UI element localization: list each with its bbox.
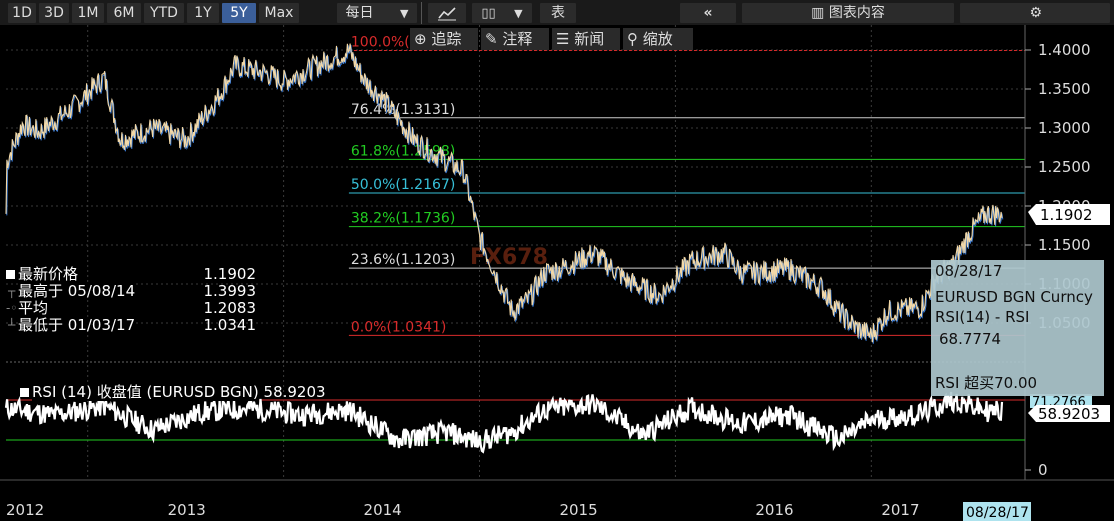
- track-button[interactable]: ⊕ 追踪: [410, 28, 478, 50]
- period-button-3d[interactable]: 3D: [39, 3, 69, 23]
- gear-icon: ⚙: [1029, 5, 1042, 21]
- legend-low: ┴ 最低于 01/03/17 1.0341: [6, 317, 256, 334]
- toolbar: 1D 3D 1M 6M YTD 1Y 5Y Max 每日 ▼ ▯▯ ▼ 表 « ▥ 图表内容 …: [0, 0, 1114, 25]
- y-tick-label: 1.3500: [1038, 80, 1091, 98]
- y-tick-label: 1.2500: [1038, 158, 1091, 176]
- zoom-button[interactable]: ⚲ 缩放: [623, 28, 693, 50]
- legend-avg-value: 1.2083: [203, 299, 257, 317]
- settings-button[interactable]: ⚙: [960, 3, 1110, 23]
- chevron-down-icon: ▼: [399, 7, 409, 20]
- square-icon: [6, 270, 15, 279]
- y-tick-label: 1.1500: [1038, 236, 1091, 254]
- table-button[interactable]: 表: [540, 3, 576, 23]
- current-price-tag: 1.1902: [1028, 204, 1110, 225]
- period-button-5y[interactable]: 5Y: [222, 3, 256, 23]
- period-button-1y[interactable]: 1Y: [187, 3, 219, 23]
- fibonacci-levels: 100.0%(1.3993)76.4%(1.3131)61.8%(1.2598)…: [348, 35, 1025, 336]
- legend-low-label: 最低于 01/03/17: [18, 316, 136, 334]
- frequency-select[interactable]: 每日 ▼: [337, 3, 417, 23]
- crosshair-info-box: 08/28/17 EURUSD BGN Curncy RSI(14) - RSI…: [931, 260, 1104, 396]
- current-price-value: 1.1902: [1040, 206, 1093, 224]
- info-overbought: RSI 超买70.00: [935, 374, 1038, 392]
- price-legend: 最新价格 1.1902 ┬ 最高于 05/08/14 1.3993 -◦- 平均…: [6, 266, 256, 334]
- fib-label: 38.2%(1.1736): [351, 211, 455, 227]
- rsi-current-tag: 58.9203: [1028, 405, 1110, 423]
- legend-last-value: 1.1902: [203, 265, 257, 283]
- crosshair-icon: ⊕: [414, 30, 427, 48]
- info-value: 68.7774: [939, 330, 1002, 348]
- collapse-button[interactable]: «: [680, 3, 736, 23]
- period-button-max[interactable]: Max: [259, 3, 299, 23]
- legend-high-value: 1.3993: [203, 282, 257, 300]
- x-tick-label-2012: 2012: [6, 501, 45, 519]
- candle-icon: ▯▯: [481, 6, 496, 21]
- period-button-1m[interactable]: 1M: [72, 3, 104, 23]
- legend-high-label: 最高于 05/08/14: [18, 282, 136, 300]
- toolbar-divider: [421, 2, 422, 24]
- rsi-header-value: 58.9203: [263, 383, 326, 401]
- frequency-label: 每日: [345, 5, 374, 21]
- chart-content-label: 图表内容: [828, 5, 885, 21]
- info-date: 08/28/17: [935, 262, 1003, 280]
- news-icon: ☰: [556, 30, 570, 48]
- fib-label: 23.6%(1.1203): [351, 252, 455, 268]
- info-series: EURUSD BGN Curncy: [935, 288, 1093, 306]
- x-tick-label-2014: 2014: [363, 501, 402, 519]
- annotate-label: 注释: [502, 30, 533, 48]
- rsi-current-value: 58.9203: [1038, 405, 1100, 423]
- pencil-icon: ✎: [485, 30, 498, 48]
- period-button-6m[interactable]: 6M: [107, 3, 141, 23]
- x-tick-label-2016: 2016: [755, 501, 794, 519]
- fib-label: 76.4%(1.3131): [351, 102, 455, 118]
- chevron-down-icon: ▼: [514, 7, 523, 20]
- rsi-tick-label: 0: [1038, 461, 1048, 479]
- track-label: 追踪: [431, 30, 462, 48]
- news-label: 新闻: [574, 30, 605, 48]
- chart-content-button[interactable]: ▥ 图表内容: [742, 3, 954, 23]
- x-tick-label-2013: 2013: [167, 501, 206, 519]
- info-indicator: RSI(14) - RSI: [935, 308, 1030, 326]
- rsi-header-label: RSI (14) 收盘值 (EURUSD BGN): [32, 383, 259, 401]
- square-icon: [20, 388, 29, 397]
- x-tick-label-2015: 2015: [559, 501, 598, 519]
- line-chart-icon: [438, 7, 456, 21]
- fib-label: 0.0%(1.0341): [351, 319, 446, 335]
- double-chevron-left-icon: «: [703, 5, 713, 21]
- legend-avg-label: 平均: [18, 299, 49, 317]
- table-label: 表: [551, 5, 565, 21]
- legend-low-value: 1.0341: [203, 316, 257, 334]
- news-button[interactable]: ☰ 新闻: [552, 28, 620, 50]
- legend-high: ┬ 最高于 05/08/14 1.3993: [6, 283, 256, 300]
- date-tag-value: 08/28/17: [966, 505, 1029, 521]
- date-tag: 08/28/17: [963, 502, 1031, 521]
- low-marker-icon: ┴: [8, 318, 16, 332]
- fib-label: 50.0%(1.2167): [351, 177, 455, 193]
- line-chart-button[interactable]: [428, 3, 466, 23]
- annotate-button[interactable]: ✎ 注释: [481, 28, 549, 50]
- zoom-label: 缩放: [642, 30, 673, 48]
- rsi-header: RSI (14) 收盘值 (EURUSD BGN) 58.9203: [20, 381, 326, 402]
- chart-window: { "toolbar": { "periods": ["1D","3D","1M…: [0, 0, 1114, 521]
- bar-chart-icon: ▥: [811, 5, 825, 21]
- high-marker-icon: ┬: [8, 284, 16, 298]
- period-button-1d[interactable]: 1D: [8, 3, 36, 23]
- y-tick-label: 1.4000: [1038, 41, 1091, 59]
- legend-last-label: 最新价格: [18, 265, 79, 283]
- legend-last-price: 最新价格 1.1902: [6, 266, 256, 283]
- period-button-ytd[interactable]: YTD: [144, 3, 184, 23]
- rsi-panel: 0: [4, 391, 1048, 479]
- magnifier-icon: ⚲: [627, 30, 638, 48]
- y-tick-label: 1.3000: [1038, 119, 1091, 137]
- legend-average: -◦- 平均 1.2083: [6, 300, 256, 317]
- candle-type-select[interactable]: ▯▯ ▼: [472, 3, 532, 23]
- x-tick-label-2017: 2017: [881, 501, 920, 519]
